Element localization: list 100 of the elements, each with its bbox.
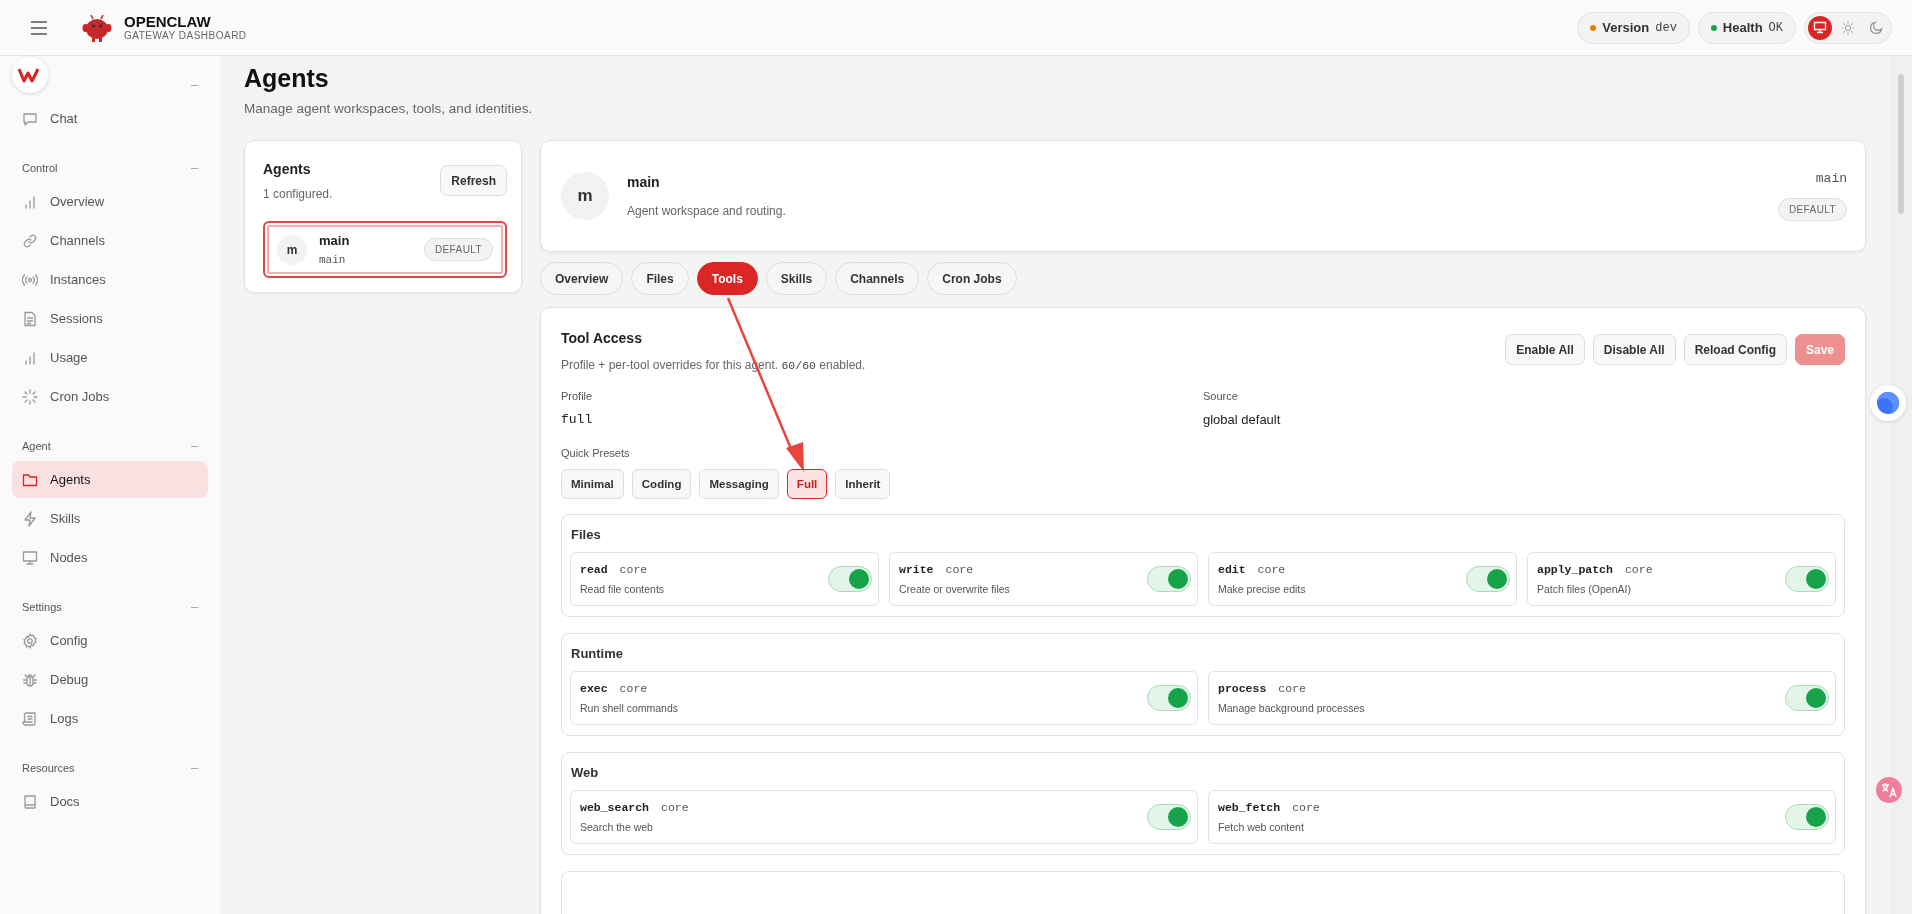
sidebar-item[interactable]: Config: [12, 622, 208, 659]
toggle-switch[interactable]: [1466, 566, 1510, 592]
toggle-switch[interactable]: [1785, 566, 1829, 592]
agent-id: main: [319, 254, 347, 266]
preset-button[interactable]: Full: [786, 469, 828, 499]
toggle-switch[interactable]: [1147, 804, 1191, 830]
system-theme-button[interactable]: [1808, 15, 1832, 40]
sidebar-item[interactable]: Debug: [12, 661, 208, 698]
preset-button[interactable]: Minimal: [561, 469, 624, 499]
agent-list-item[interactable]: m main main DEFAULT: [263, 221, 507, 278]
gear-icon: [22, 632, 38, 649]
sidebar-item[interactable]: Agents: [12, 461, 208, 498]
sidebar-item[interactable]: Docs: [12, 783, 208, 820]
section-heading: Resources: [22, 762, 75, 774]
agent-description: Agent workspace and routing.: [627, 204, 787, 218]
mascot-logo-icon: [82, 13, 112, 42]
agent-id: main: [1815, 171, 1847, 186]
section-title: Tool Access: [561, 330, 643, 346]
menu-icon[interactable]: [30, 20, 48, 35]
tab[interactable]: Overview: [540, 262, 624, 295]
tool-description: Run shell commands: [580, 702, 679, 714]
toggle-switch[interactable]: [1785, 804, 1829, 830]
sidebar-item[interactable]: Chat: [12, 100, 208, 137]
tool-name: web_fetch: [1218, 801, 1281, 814]
section-heading: Agent: [22, 440, 51, 452]
brand-name: OPENCLAW: [124, 13, 212, 31]
bolt-icon: [22, 510, 38, 527]
sidebar-item[interactable]: Overview: [12, 183, 208, 220]
tool-description: Patch files (OpenAI): [1537, 583, 1632, 595]
monitor-icon: [1813, 21, 1827, 34]
tool-description: Manage background processes: [1218, 702, 1365, 714]
tool-name: read: [580, 563, 608, 576]
sun-icon: [1841, 20, 1855, 35]
tab[interactable]: Tools: [696, 262, 758, 295]
chat-bubble-icon[interactable]: [1870, 385, 1906, 421]
tool-description: Read file contents: [580, 583, 665, 595]
panel-title: Agents: [263, 161, 312, 177]
toggle-switch[interactable]: [1147, 685, 1191, 711]
agent-count: 1 configured.: [263, 187, 333, 201]
loader-icon: [22, 388, 38, 405]
toggle-switch[interactable]: [1147, 566, 1191, 592]
tab[interactable]: Channels: [835, 262, 920, 295]
refresh-button[interactable]: Refresh: [440, 165, 507, 196]
field-label: Profile: [561, 390, 594, 402]
chat-icon: [22, 110, 38, 127]
field-value: global default: [1203, 412, 1282, 427]
action-button[interactable]: Disable All: [1592, 334, 1676, 365]
tool-description: Create or overwrite files: [899, 583, 1010, 595]
sidebar-item[interactable]: Usage: [12, 339, 208, 376]
preset-button[interactable]: Coding: [631, 469, 692, 499]
tool-name: edit: [1218, 563, 1246, 576]
scrollbar-thumb[interactable]: [1898, 74, 1904, 214]
preset-button[interactable]: Inherit: [835, 469, 891, 499]
monitor-icon: [22, 549, 38, 566]
bug-icon: [22, 671, 38, 688]
tool-name: apply_patch: [1537, 563, 1613, 576]
tool-description: Search the web: [580, 821, 654, 833]
tool-tag: core: [1292, 801, 1320, 814]
sidebar-item[interactable]: Cron Jobs: [12, 378, 208, 415]
tool-tag: core: [619, 563, 648, 576]
translate-icon[interactable]: [1876, 777, 1902, 803]
tool-tag: core: [945, 563, 974, 576]
page-subtitle: Manage agent workspaces, tools, and identities.: [244, 101, 534, 116]
group-title: Web: [570, 765, 600, 780]
tab[interactable]: Cron Jobs: [927, 262, 1017, 295]
agent-name: main: [627, 174, 661, 190]
preset-button[interactable]: Messaging: [699, 469, 779, 499]
default-badge: DEFAULT: [1777, 198, 1847, 221]
sidebar-item[interactable]: Nodes: [12, 539, 208, 576]
brand-subtitle: GATEWAY DASHBOARD: [124, 30, 247, 42]
radio-icon: [22, 271, 38, 288]
tool-description: Make precise edits: [1218, 583, 1306, 595]
toggle-switch[interactable]: [1785, 685, 1829, 711]
tab[interactable]: Skills: [765, 262, 828, 295]
tool-name: process: [1218, 682, 1267, 695]
status-pill: Version dev: [1577, 11, 1690, 44]
action-button[interactable]: Enable All: [1505, 334, 1585, 365]
book-icon: [22, 793, 38, 810]
section-heading: Settings: [22, 601, 62, 613]
moon-icon: [1869, 21, 1883, 34]
tab[interactable]: Files: [631, 262, 689, 295]
section-heading: Control: [22, 162, 58, 174]
sidebar-item[interactable]: Sessions: [12, 300, 208, 337]
action-button[interactable]: Reload Config: [1683, 334, 1787, 365]
doc-icon: [22, 310, 38, 327]
field-value: full: [561, 412, 594, 427]
group-title: Files: [570, 527, 602, 542]
tool-tag: core: [661, 801, 689, 814]
agent-avatar: m: [561, 172, 609, 220]
tool-tag: core: [1278, 682, 1306, 695]
field-label: Source: [1203, 390, 1239, 402]
toggle-switch[interactable]: [828, 566, 872, 592]
agent-avatar: m: [277, 234, 307, 265]
sidebar-item[interactable]: Instances: [12, 261, 208, 298]
tool-name: write: [899, 563, 934, 576]
sidebar-item[interactable]: Logs: [12, 700, 208, 737]
default-badge: DEFAULT: [423, 238, 493, 261]
agent-name: main: [319, 233, 351, 248]
sidebar-item[interactable]: Skills: [12, 500, 208, 537]
sidebar-item[interactable]: Channels: [12, 222, 208, 259]
